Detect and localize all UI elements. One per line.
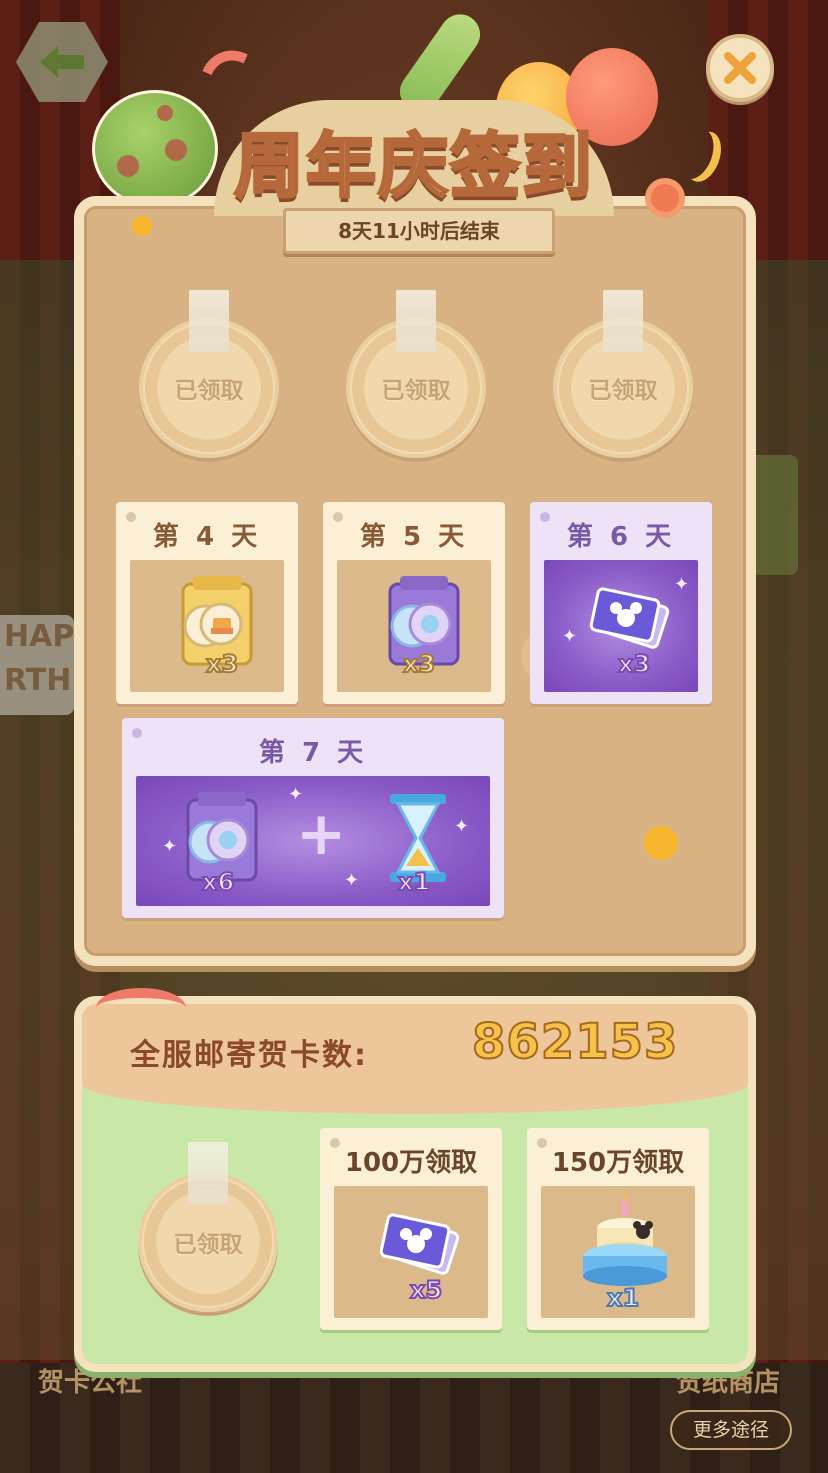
- tree-decoration: [92, 90, 218, 208]
- server-card-count-value: 862153: [471, 1013, 679, 1071]
- sparkle-icon: ✦: [562, 626, 578, 647]
- tape-decoration: [189, 290, 229, 352]
- more-ways-button[interactable]: 更多途径: [670, 1410, 792, 1450]
- sparkle-icon: ✦: [454, 816, 470, 837]
- milestone-label: 150万领取: [551, 1148, 685, 1178]
- day-label: 第 6 天: [566, 522, 676, 552]
- sparkle-icon: ✦: [344, 870, 360, 891]
- reward-quantity: x3: [402, 649, 436, 679]
- claimed-label: 已领取: [588, 378, 658, 404]
- server-card-count-label: 全服邮寄贺卡数:: [130, 1038, 368, 1073]
- tape-decoration: [396, 290, 436, 352]
- reward-slot: x6 + x1 ✦ ✦ ✦ ✦: [136, 776, 490, 906]
- day-7-card[interactable]: 第 7 天 x6 + x1 ✦ ✦ ✦ ✦: [122, 718, 504, 918]
- mickey-card-pack-icon: [589, 587, 670, 649]
- reward-quantity: x6: [201, 867, 235, 897]
- reward-quantity: x3: [205, 649, 239, 679]
- arrow-left-icon: [40, 46, 84, 78]
- reward-quantity: x3: [617, 649, 651, 679]
- day-5-card[interactable]: 第 5 天 x3: [323, 502, 505, 704]
- day-label: 第 5 天: [359, 522, 469, 552]
- close-button[interactable]: [706, 34, 774, 102]
- reward-slot: x5: [334, 1186, 488, 1318]
- reward-quantity: x5: [409, 1275, 443, 1305]
- sparkle-icon: ✦: [162, 836, 178, 857]
- countdown-timer: 8天11小时后结束: [283, 208, 555, 254]
- day-label: 第 7 天: [258, 738, 368, 768]
- day-6-card[interactable]: 第 6 天 ✦ ✦ x3: [530, 502, 712, 704]
- sparkle-icon: ✦: [674, 574, 690, 595]
- dot-decoration: [132, 216, 152, 236]
- reward-slot: x3: [130, 560, 284, 692]
- sparkle-icon: ✦: [288, 784, 304, 805]
- flower-decoration: [645, 178, 685, 218]
- claimed-label: 已领取: [173, 1232, 243, 1258]
- reward-quantity: x1: [397, 867, 431, 897]
- page-title: 周年庆签到: [233, 124, 594, 209]
- tape-decoration: [188, 1142, 228, 1204]
- mickey-card-pack-icon: [379, 1213, 460, 1275]
- reward-slot: x1: [541, 1186, 695, 1318]
- dot-decoration: [644, 826, 678, 860]
- day-4-card[interactable]: 第 4 天 x3: [116, 502, 298, 704]
- claimed-label: 已领取: [174, 378, 244, 404]
- milestone-1-5m-card[interactable]: 150万领取 x1: [527, 1128, 709, 1330]
- reward-slot: ✦ ✦ x3: [544, 560, 698, 692]
- milestone-1m-card[interactable]: 100万领取 x5: [320, 1128, 502, 1330]
- reward-slot: x3: [337, 560, 491, 692]
- ribbon-red-decoration: [96, 988, 186, 1028]
- reward-quantity: x1: [606, 1283, 640, 1313]
- birthday-cake-icon: [583, 1194, 667, 1286]
- claimed-label: 已领取: [381, 378, 451, 404]
- tape-decoration: [603, 290, 643, 352]
- day-label: 第 4 天: [152, 522, 262, 552]
- milestone-label: 100万领取: [344, 1148, 478, 1178]
- close-icon: [724, 52, 756, 84]
- background-happy-birthday-sign: HAP RTH: [0, 615, 74, 715]
- plus-icon: +: [296, 799, 347, 869]
